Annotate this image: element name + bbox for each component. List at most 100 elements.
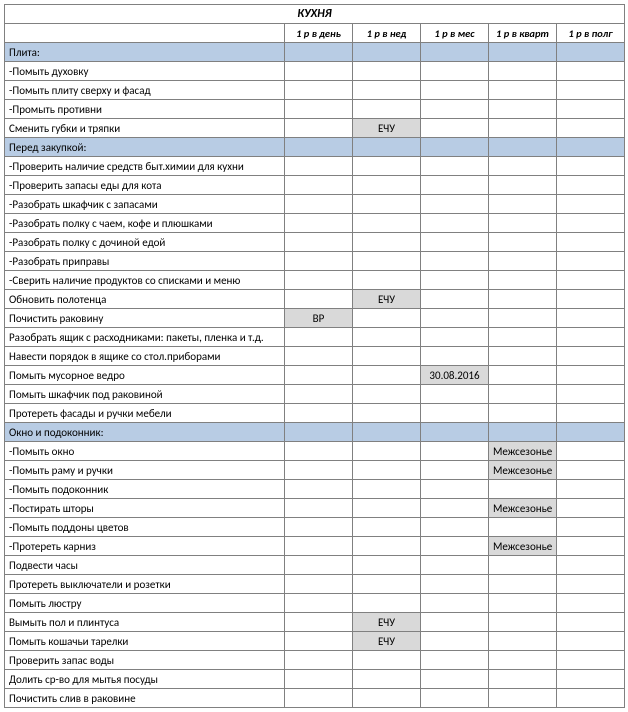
freq-cell[interactable] bbox=[285, 499, 353, 518]
freq-cell[interactable] bbox=[557, 176, 625, 195]
freq-cell[interactable] bbox=[353, 480, 421, 499]
freq-cell[interactable] bbox=[353, 556, 421, 575]
freq-cell[interactable] bbox=[285, 328, 353, 347]
freq-cell[interactable] bbox=[557, 290, 625, 309]
freq-cell[interactable] bbox=[353, 689, 421, 708]
freq-cell[interactable] bbox=[421, 195, 489, 214]
freq-cell[interactable] bbox=[353, 575, 421, 594]
freq-cell[interactable] bbox=[421, 157, 489, 176]
freq-cell[interactable] bbox=[489, 404, 557, 423]
freq-cell[interactable] bbox=[557, 632, 625, 651]
freq-cell[interactable]: Межсезонье bbox=[489, 537, 557, 556]
freq-cell[interactable] bbox=[285, 252, 353, 271]
freq-cell[interactable] bbox=[285, 195, 353, 214]
freq-cell[interactable] bbox=[489, 385, 557, 404]
freq-cell[interactable] bbox=[353, 195, 421, 214]
freq-cell[interactable] bbox=[285, 480, 353, 499]
freq-cell[interactable] bbox=[557, 100, 625, 119]
freq-cell[interactable] bbox=[285, 62, 353, 81]
freq-cell[interactable] bbox=[353, 328, 421, 347]
freq-cell[interactable] bbox=[489, 366, 557, 385]
freq-cell[interactable] bbox=[421, 575, 489, 594]
freq-cell[interactable] bbox=[557, 537, 625, 556]
freq-cell[interactable] bbox=[285, 670, 353, 689]
freq-cell[interactable]: Межсезонье bbox=[489, 499, 557, 518]
freq-cell[interactable] bbox=[353, 366, 421, 385]
freq-cell[interactable] bbox=[353, 594, 421, 613]
freq-cell[interactable] bbox=[489, 670, 557, 689]
freq-cell[interactable]: ЕЧУ bbox=[353, 613, 421, 632]
freq-cell[interactable] bbox=[421, 670, 489, 689]
freq-cell[interactable] bbox=[557, 309, 625, 328]
freq-cell[interactable] bbox=[557, 613, 625, 632]
freq-cell[interactable] bbox=[557, 499, 625, 518]
freq-cell[interactable] bbox=[489, 347, 557, 366]
freq-cell[interactable] bbox=[489, 594, 557, 613]
freq-cell[interactable] bbox=[285, 594, 353, 613]
freq-cell[interactable] bbox=[421, 651, 489, 670]
freq-cell[interactable] bbox=[421, 461, 489, 480]
freq-cell[interactable] bbox=[489, 62, 557, 81]
freq-cell[interactable] bbox=[421, 62, 489, 81]
freq-cell[interactable] bbox=[285, 119, 353, 138]
freq-cell[interactable] bbox=[489, 176, 557, 195]
freq-cell[interactable] bbox=[489, 271, 557, 290]
freq-cell[interactable] bbox=[489, 195, 557, 214]
freq-cell[interactable] bbox=[489, 651, 557, 670]
freq-cell[interactable] bbox=[285, 157, 353, 176]
freq-cell[interactable] bbox=[285, 214, 353, 233]
freq-cell[interactable] bbox=[489, 518, 557, 537]
freq-cell[interactable] bbox=[421, 442, 489, 461]
freq-cell[interactable]: Межсезонье bbox=[489, 461, 557, 480]
freq-cell[interactable] bbox=[285, 366, 353, 385]
freq-cell[interactable] bbox=[421, 214, 489, 233]
freq-cell[interactable] bbox=[421, 404, 489, 423]
freq-cell[interactable] bbox=[421, 309, 489, 328]
freq-cell[interactable]: ЕЧУ bbox=[353, 119, 421, 138]
freq-cell[interactable] bbox=[353, 499, 421, 518]
freq-cell[interactable] bbox=[421, 594, 489, 613]
freq-cell[interactable] bbox=[489, 81, 557, 100]
freq-cell[interactable] bbox=[285, 632, 353, 651]
freq-cell[interactable] bbox=[353, 442, 421, 461]
freq-cell[interactable] bbox=[353, 271, 421, 290]
freq-cell[interactable] bbox=[353, 81, 421, 100]
freq-cell[interactable] bbox=[285, 556, 353, 575]
freq-cell[interactable] bbox=[285, 176, 353, 195]
freq-cell[interactable] bbox=[557, 385, 625, 404]
freq-cell[interactable] bbox=[285, 385, 353, 404]
freq-cell[interactable] bbox=[557, 575, 625, 594]
freq-cell[interactable] bbox=[353, 233, 421, 252]
freq-cell[interactable] bbox=[421, 518, 489, 537]
freq-cell[interactable] bbox=[557, 404, 625, 423]
freq-cell[interactable] bbox=[285, 81, 353, 100]
freq-cell[interactable] bbox=[353, 100, 421, 119]
freq-cell[interactable] bbox=[557, 252, 625, 271]
freq-cell[interactable] bbox=[353, 309, 421, 328]
freq-cell[interactable] bbox=[353, 347, 421, 366]
freq-cell[interactable] bbox=[557, 480, 625, 499]
freq-cell[interactable] bbox=[421, 100, 489, 119]
freq-cell[interactable] bbox=[285, 537, 353, 556]
freq-cell[interactable] bbox=[285, 404, 353, 423]
freq-cell[interactable] bbox=[285, 290, 353, 309]
freq-cell[interactable]: ЕЧУ bbox=[353, 290, 421, 309]
freq-cell[interactable] bbox=[285, 461, 353, 480]
freq-cell[interactable] bbox=[557, 157, 625, 176]
freq-cell[interactable] bbox=[557, 461, 625, 480]
freq-cell[interactable] bbox=[421, 480, 489, 499]
freq-cell[interactable] bbox=[557, 195, 625, 214]
freq-cell[interactable] bbox=[421, 271, 489, 290]
freq-cell[interactable] bbox=[353, 518, 421, 537]
freq-cell[interactable] bbox=[489, 613, 557, 632]
freq-cell[interactable] bbox=[421, 176, 489, 195]
freq-cell[interactable] bbox=[557, 594, 625, 613]
freq-cell[interactable] bbox=[557, 81, 625, 100]
freq-cell[interactable] bbox=[557, 442, 625, 461]
freq-cell[interactable] bbox=[489, 632, 557, 651]
freq-cell[interactable] bbox=[489, 556, 557, 575]
freq-cell[interactable] bbox=[353, 214, 421, 233]
freq-cell[interactable] bbox=[353, 404, 421, 423]
freq-cell[interactable] bbox=[557, 271, 625, 290]
freq-cell[interactable] bbox=[285, 347, 353, 366]
